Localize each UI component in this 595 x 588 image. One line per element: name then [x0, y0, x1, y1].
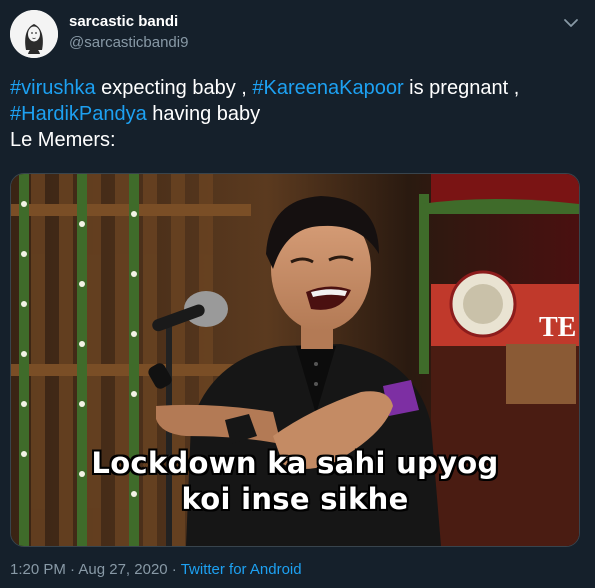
avatar-girl-sketch-icon — [10, 10, 58, 58]
tweet-time[interactable]: 1:20 PM — [10, 561, 66, 578]
hashtag-kareenakapoor[interactable]: #KareenaKapoor — [252, 77, 403, 99]
tweet-meta: 1:20 PM · Aug 27, 2020 · Twitter for And… — [10, 561, 302, 578]
tweet-text-segment: is pregnant , — [403, 77, 520, 99]
meme-caption-line1: Lockdown ka sahi upyog — [91, 446, 499, 480]
tweet-text-segment: having baby — [146, 103, 261, 125]
tweet-source-link[interactable]: Twitter for Android — [181, 561, 302, 578]
chevron-down-icon[interactable] — [560, 12, 582, 34]
tweet-media-image[interactable]: TE Lockdown ka sahi upyog koi inse sikhe — [10, 173, 580, 547]
tweet-text-line: Le Memers: — [10, 129, 116, 151]
hashtag-virushka[interactable]: #virushka — [10, 77, 96, 99]
user-handle[interactable]: @sarcasticbandi9 — [69, 34, 188, 51]
meme-caption-line2: koi inse sikhe — [181, 482, 409, 516]
banner-text: TE — [539, 312, 576, 343]
tweet-card: sarcastic bandi @sarcasticbandi9 #virush… — [0, 0, 595, 588]
meta-separator: · — [65, 561, 79, 578]
tweet-text: #virushka expecting baby , #KareenaKapoo… — [10, 75, 585, 153]
tweet-text-segment: expecting baby , — [95, 77, 253, 99]
tweet-date[interactable]: Aug 27, 2020 — [78, 561, 167, 578]
display-name[interactable]: sarcastic bandi — [69, 13, 178, 30]
hashtag-hardikpandya[interactable]: #HardikPandya — [10, 103, 147, 125]
meta-separator: · — [167, 561, 181, 578]
avatar[interactable] — [10, 10, 58, 58]
